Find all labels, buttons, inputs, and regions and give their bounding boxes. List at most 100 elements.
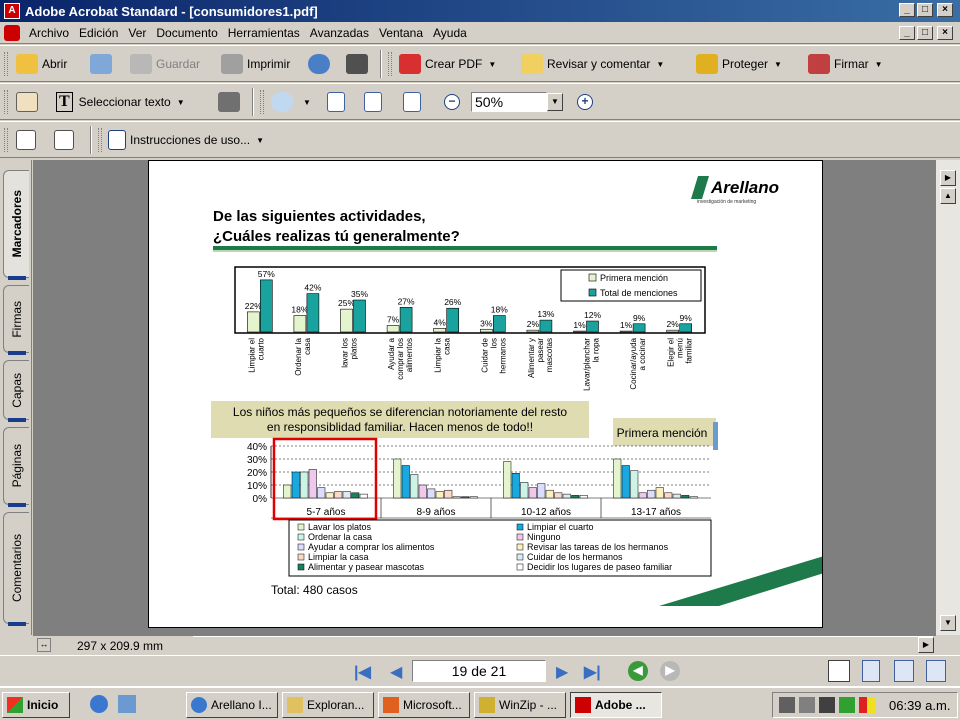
menu-herramientas[interactable]: Herramientas bbox=[223, 26, 305, 40]
doc-restore-button[interactable]: □ bbox=[917, 26, 933, 40]
dropdown-arrow-icon[interactable]: ▼ bbox=[256, 136, 264, 145]
scroll-right-arrow-icon[interactable]: ▶ bbox=[918, 637, 934, 653]
select-text-button[interactable]: T Seleccionar texto ▼ bbox=[56, 88, 185, 116]
tab-capas[interactable]: Capas bbox=[3, 360, 29, 422]
hand-tool-button[interactable] bbox=[16, 88, 42, 116]
page-number-field[interactable]: 19 de 21 bbox=[412, 660, 546, 682]
horizontal-scrollbar[interactable] bbox=[193, 636, 933, 654]
legend-label: Limpiar el cuarto bbox=[527, 522, 594, 532]
doc-close-button[interactable]: × bbox=[937, 26, 953, 40]
continuous-facing-layout-icon[interactable] bbox=[926, 660, 946, 682]
zoom-in-button[interactable]: + bbox=[577, 88, 593, 116]
previous-view-icon[interactable]: ◀ bbox=[628, 661, 648, 681]
task-explorer[interactable]: Exploran... bbox=[282, 692, 374, 718]
dropdown-arrow-icon[interactable]: ▼ bbox=[875, 60, 883, 69]
toolbar-grip[interactable] bbox=[98, 128, 102, 152]
instructions-button[interactable]: Instrucciones de uso... ▼ bbox=[108, 126, 264, 154]
top-category-label: menú bbox=[676, 338, 685, 358]
maximize-button[interactable]: □ bbox=[917, 3, 933, 17]
fit-width-button[interactable] bbox=[403, 88, 425, 116]
previous-page-arrow-icon[interactable]: ▶ bbox=[940, 170, 956, 186]
dropdown-arrow-icon[interactable]: ▼ bbox=[177, 98, 185, 107]
actual-size-button[interactable] bbox=[327, 88, 349, 116]
rotate-view-button[interactable] bbox=[16, 126, 40, 154]
rotate-back-button[interactable] bbox=[54, 126, 78, 154]
vertical-scrollbar[interactable]: ▶ ▲ ▼ bbox=[936, 160, 960, 635]
top-bar-total bbox=[260, 279, 273, 333]
menu-avanzadas[interactable]: Avanzadas bbox=[305, 26, 374, 40]
fit-page-button[interactable] bbox=[364, 88, 386, 116]
protect-button[interactable]: Proteger ▼ bbox=[696, 50, 782, 78]
menu-edicion[interactable]: Edición bbox=[74, 26, 123, 40]
create-pdf-icon bbox=[399, 54, 421, 74]
review-comment-button[interactable]: Revisar y comentar ▼ bbox=[521, 50, 664, 78]
show-desktop-icon[interactable] bbox=[118, 695, 136, 713]
document-icon[interactable] bbox=[4, 24, 20, 41]
tray-language-icon[interactable] bbox=[859, 697, 875, 713]
review-label: Revisar y comentar bbox=[547, 57, 651, 71]
zoom-in-tool-button[interactable]: ▼ bbox=[271, 88, 311, 116]
email-button[interactable] bbox=[308, 50, 334, 78]
scroll-down-arrow-icon[interactable]: ▼ bbox=[940, 615, 956, 631]
top-bar-total bbox=[679, 323, 693, 333]
dropdown-arrow-icon[interactable]: ▼ bbox=[488, 60, 496, 69]
previous-page-icon[interactable]: ◀ bbox=[390, 662, 402, 682]
legend-label: Ayudar a comprar los alimentos bbox=[308, 542, 435, 552]
print-button[interactable]: Imprimir bbox=[221, 50, 290, 78]
open-button[interactable]: Abrir bbox=[16, 50, 67, 78]
tray-security-icon[interactable] bbox=[839, 697, 855, 713]
menu-ayuda[interactable]: Ayuda bbox=[428, 26, 472, 40]
zoom-out-button[interactable]: − bbox=[444, 88, 460, 116]
tray-app-icon[interactable] bbox=[779, 697, 795, 713]
scroll-up-arrow-icon[interactable]: ▲ bbox=[940, 188, 956, 204]
task-winzip[interactable]: WinZip - ... bbox=[474, 692, 566, 718]
tab-firmas[interactable]: Firmas bbox=[3, 285, 29, 355]
snapshot-button[interactable] bbox=[218, 88, 244, 116]
dropdown-arrow-icon[interactable]: ▼ bbox=[303, 98, 311, 107]
doc-minimize-button[interactable]: _ bbox=[899, 26, 915, 40]
search-button[interactable] bbox=[346, 50, 372, 78]
zoom-level-combo[interactable]: 50% ▼ bbox=[471, 88, 563, 116]
toolbar-grip[interactable] bbox=[260, 90, 264, 114]
resize-panel-icon[interactable]: ↔ bbox=[37, 638, 51, 652]
toolbar-grip[interactable] bbox=[4, 52, 8, 76]
menu-archivo[interactable]: Archivo bbox=[24, 26, 74, 40]
tab-indicator bbox=[8, 622, 26, 626]
task-adobe[interactable]: Adobe ... bbox=[570, 692, 662, 718]
continuous-layout-icon[interactable] bbox=[862, 660, 880, 682]
disk-icon bbox=[130, 54, 152, 74]
menu-ventana[interactable]: Ventana bbox=[374, 26, 428, 40]
menu-ver[interactable]: Ver bbox=[123, 26, 151, 40]
last-page-icon[interactable]: ▶| bbox=[584, 662, 601, 682]
tab-paginas[interactable]: Páginas bbox=[3, 427, 29, 507]
toolbar-grip[interactable] bbox=[4, 90, 8, 114]
task-arellano[interactable]: Arellano I... bbox=[186, 692, 278, 718]
top-category-label: Elegir el bbox=[667, 338, 676, 367]
first-page-icon[interactable]: |◀ bbox=[354, 662, 371, 682]
create-pdf-button[interactable]: Crear PDF ▼ bbox=[399, 50, 496, 78]
toolbar-grip[interactable] bbox=[4, 128, 8, 152]
tray-network-icon[interactable] bbox=[799, 697, 815, 713]
legend-swatch bbox=[297, 543, 305, 551]
single-page-layout-icon[interactable] bbox=[828, 660, 850, 682]
close-button[interactable]: × bbox=[937, 3, 953, 17]
menu-documento[interactable]: Documento bbox=[151, 26, 222, 40]
organizer-button[interactable] bbox=[90, 50, 116, 78]
task-microsoft[interactable]: Microsoft... bbox=[378, 692, 470, 718]
dropdown-arrow-icon[interactable]: ▼ bbox=[774, 60, 782, 69]
dropdown-arrow-icon[interactable]: ▼ bbox=[656, 60, 664, 69]
start-button[interactable]: Inicio bbox=[2, 692, 70, 718]
chevron-down-icon[interactable]: ▼ bbox=[547, 93, 563, 111]
tab-comentarios[interactable]: Comentarios bbox=[3, 512, 29, 626]
tab-marcadores[interactable]: Marcadores bbox=[3, 170, 29, 280]
next-view-icon[interactable]: ▶ bbox=[660, 661, 680, 681]
tray-speaker-icon[interactable] bbox=[819, 697, 835, 713]
save-button[interactable]: Guardar bbox=[130, 50, 200, 78]
minimize-button[interactable]: _ bbox=[899, 3, 915, 17]
zoom-input[interactable]: 50% bbox=[471, 92, 547, 112]
next-page-icon[interactable]: ▶ bbox=[556, 662, 568, 682]
internet-explorer-icon[interactable] bbox=[90, 695, 108, 713]
toolbar-grip[interactable] bbox=[388, 52, 392, 76]
facing-layout-icon[interactable] bbox=[894, 660, 914, 682]
sign-button[interactable]: Firmar ▼ bbox=[808, 50, 883, 78]
